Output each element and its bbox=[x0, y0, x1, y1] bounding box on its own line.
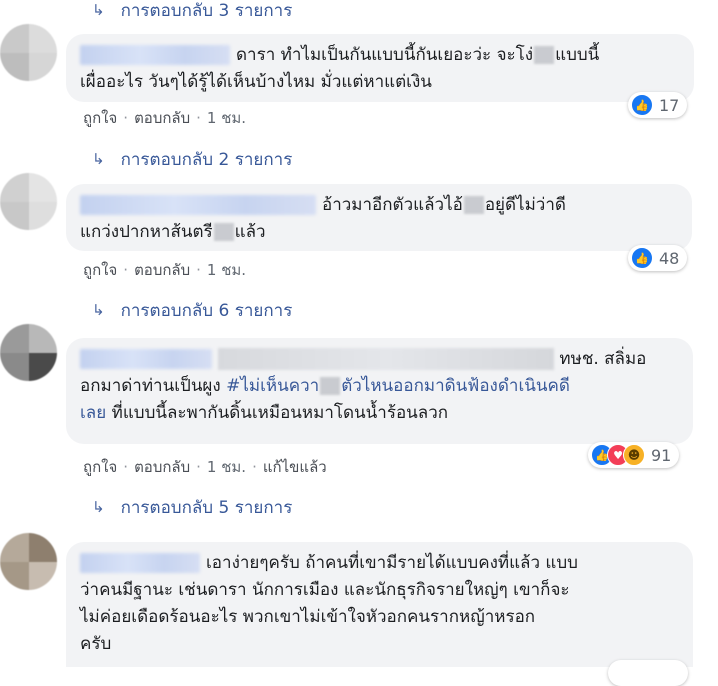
like-reaction-icon: 👍 bbox=[631, 247, 653, 269]
comment-actions: ถูกใจ · ตอบกลับ · 1 ชม. bbox=[83, 259, 246, 281]
comment-text-line: ไม่ค่อยเดือดร้อนอะไร พวกเขาไม่เข้าใจหัวอ… bbox=[80, 607, 536, 627]
blurred-author-name[interactable] bbox=[80, 553, 200, 573]
reaction-summary-partial[interactable] bbox=[608, 660, 688, 686]
blurred-author-name[interactable] bbox=[80, 195, 316, 215]
view-replies-link[interactable]: ↳ การตอบกลับ 5 รายการ bbox=[92, 495, 292, 519]
comment-text-line: อกมาด่าท่านเป็นผูง #ไม่เห็นควา ตัวไหนออกม… bbox=[80, 376, 570, 396]
reaction-summary[interactable]: 👍 48 bbox=[628, 245, 688, 271]
blurred-author-name[interactable] bbox=[80, 45, 230, 65]
reply-arrow-icon: ↳ bbox=[92, 150, 105, 168]
hashtag-link[interactable]: เลย bbox=[80, 403, 106, 423]
avatar[interactable] bbox=[0, 173, 57, 230]
reply-action[interactable]: ตอบกลับ bbox=[134, 258, 190, 282]
like-reaction-icon: 👍 bbox=[631, 94, 653, 116]
comment-text: ดารา ทำไมเป็นกันแบบนี้กันเยอะว่ะ จะโง่ แบ… bbox=[80, 42, 680, 69]
view-replies-link[interactable]: ↳ การตอบกลับ 6 รายการ bbox=[92, 298, 292, 322]
comment-timestamp[interactable]: 1 ชม. bbox=[207, 455, 246, 479]
comment-text-line: เผื่ออะไร วันๆได้รู้ได้เห็นบ้างไหม มั่วแ… bbox=[80, 72, 432, 92]
reply-arrow-icon: ↳ bbox=[92, 1, 105, 19]
avatar[interactable] bbox=[0, 533, 57, 590]
comment-timestamp[interactable]: 1 ชม. bbox=[207, 258, 246, 282]
comment-text-line: เลย ที่แบบนี้ละพากันดิ้นเหมือนหมาโดนน้ำร… bbox=[80, 403, 449, 423]
censor-box bbox=[218, 348, 554, 370]
reply-arrow-icon: ↳ bbox=[92, 498, 105, 516]
avatar[interactable] bbox=[0, 324, 57, 381]
comment-text: อ้าวมาอีกตัวแล้วไอ้ อยู่ดีไม่ว่าดี bbox=[80, 192, 678, 219]
view-replies-label: การตอบกลับ 6 รายการ bbox=[120, 300, 293, 321]
comment-actions: ถูกใจ · ตอบกลับ · 1 ชม. · แก้ไขแล้ว bbox=[83, 456, 327, 478]
reaction-summary[interactable]: 👍 17 bbox=[628, 92, 688, 118]
comment-bubble: ดารา ทำไมเป็นกันแบบนี้กันเยอะว่ะ จะโง่ แบ… bbox=[66, 34, 694, 102]
censor-box bbox=[320, 377, 341, 395]
reaction-summary[interactable]: 👍 ♥ ☻ 91 bbox=[588, 442, 680, 468]
reply-action[interactable]: ตอบกลับ bbox=[134, 455, 190, 479]
comment-text-line: ว่าคนมีฐานะ เช่นดารา นักการเมือง และนักธ… bbox=[80, 580, 570, 600]
like-action[interactable]: ถูกใจ bbox=[83, 258, 117, 282]
censor-box bbox=[534, 46, 555, 64]
like-action[interactable]: ถูกใจ bbox=[83, 106, 117, 130]
comment-text: ทษช. สลิ่มอ bbox=[80, 346, 679, 373]
comment-bubble: เอาง่ายๆครับ ถ้าคนที่เขามีรายได้แบบคงที่… bbox=[66, 542, 693, 667]
view-replies-link[interactable]: ↳ การตอบกลับ 3 รายการ bbox=[92, 0, 292, 22]
view-replies-label: การตอบกลับ 3 รายการ bbox=[120, 0, 293, 21]
comment-actions: ถูกใจ · ตอบกลับ · 1 ชม. bbox=[83, 107, 246, 129]
haha-reaction-icon: ☻ bbox=[623, 444, 645, 466]
blurred-author-name[interactable] bbox=[80, 349, 212, 369]
comment-text-line: แกว่งปากหาส้นตรี แล้ว bbox=[80, 222, 266, 242]
like-action[interactable]: ถูกใจ bbox=[83, 455, 117, 479]
hashtag-link[interactable]: #ไม่เห็นควา ตัวไหนออกมาดินฟ้องดำเนินคดี bbox=[226, 376, 570, 396]
avatar[interactable] bbox=[0, 24, 57, 81]
reply-action[interactable]: ตอบกลับ bbox=[134, 106, 190, 130]
comment-bubble: อ้าวมาอีกตัวแล้วไอ้ อยู่ดีไม่ว่าดี แกว่งป… bbox=[66, 184, 692, 251]
view-replies-label: การตอบกลับ 2 รายการ bbox=[120, 149, 293, 170]
view-replies-link[interactable]: ↳ การตอบกลับ 2 รายการ bbox=[92, 147, 292, 171]
comment-text-line: ครับ bbox=[80, 634, 112, 654]
comment-bubble: ทษช. สลิ่มอ อกมาด่าท่านเป็นผูง #ไม่เห็นค… bbox=[66, 338, 693, 444]
view-replies-label: การตอบกลับ 5 รายการ bbox=[120, 497, 293, 518]
comment-text: เอาง่ายๆครับ ถ้าคนที่เขามีรายได้แบบคงที่… bbox=[80, 550, 679, 577]
comment-timestamp[interactable]: 1 ชม. bbox=[207, 106, 246, 130]
reply-arrow-icon: ↳ bbox=[92, 301, 105, 319]
censor-box bbox=[213, 223, 234, 241]
censor-box bbox=[463, 196, 484, 214]
edited-label[interactable]: แก้ไขแล้ว bbox=[263, 455, 327, 479]
